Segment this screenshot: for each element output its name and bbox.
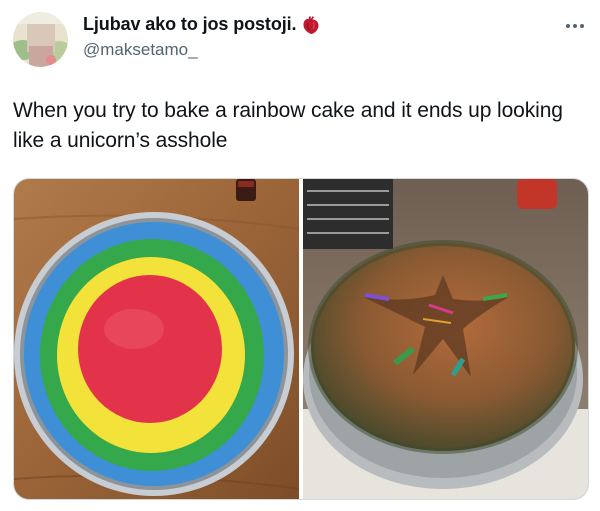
- more-dots-icon: [565, 23, 585, 29]
- anatomical-heart-icon: [302, 15, 320, 35]
- more-options-button[interactable]: [560, 14, 590, 38]
- tweet-text: When you try to bake a rainbow cake and …: [13, 99, 563, 152]
- username-handle[interactable]: @maksetamo_: [83, 40, 198, 60]
- photo-rainbow-batter[interactable]: [14, 179, 299, 499]
- photo-baked-cake[interactable]: [302, 179, 588, 499]
- tweet-card: Ljubav ako to jos postoji. @maksetamo_ W…: [0, 0, 600, 511]
- display-name[interactable]: Ljubav ako to jos postoji.: [83, 14, 297, 35]
- author-row: Ljubav ako to jos postoji.: [83, 14, 320, 35]
- media-gallery[interactable]: [13, 178, 589, 500]
- avatar[interactable]: [13, 12, 68, 67]
